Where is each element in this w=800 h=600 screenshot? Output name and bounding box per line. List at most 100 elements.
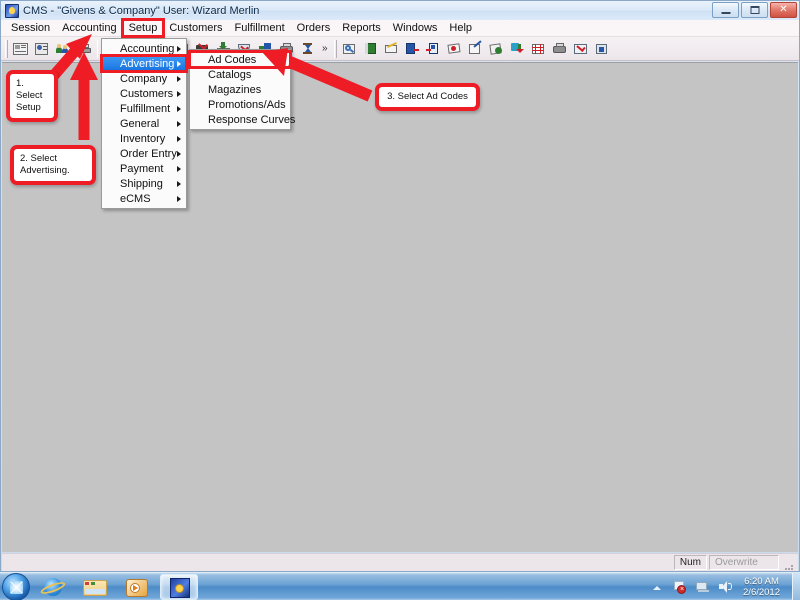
menu-item-ecms[interactable]: eCMS (102, 191, 186, 206)
newspaper-icon[interactable] (10, 39, 31, 59)
chevron-right-icon (177, 151, 181, 157)
note-edit-icon[interactable] (465, 39, 486, 59)
action-center-flag-icon[interactable]: × (672, 579, 687, 594)
chevron-right-icon (177, 46, 181, 52)
start-button[interactable] (2, 572, 30, 600)
hourglass-icon[interactable] (297, 39, 318, 59)
submenu-item-response-curves[interactable]: Response Curves (190, 112, 295, 127)
resize-grip[interactable] (782, 556, 796, 570)
chevron-right-icon (177, 166, 181, 172)
windows-logo-icon (10, 580, 23, 594)
note-gear-icon[interactable] (486, 39, 507, 59)
toolbar-grip[interactable] (5, 39, 8, 58)
setup-dropdown-menu: Accounting Advertising Company Customers… (100, 38, 188, 209)
menu-reports[interactable]: Reports (336, 20, 387, 36)
network-icon[interactable] (695, 579, 710, 594)
submenu-item-ad-codes[interactable]: Ad Codes (188, 50, 292, 69)
toolbar-overflow-chevron[interactable]: » (318, 39, 332, 59)
menu-item-company[interactable]: Company (102, 71, 186, 86)
menu-item-shipping[interactable]: Shipping (102, 176, 186, 191)
note-red-icon[interactable] (444, 39, 465, 59)
menu-customers[interactable]: Customers (163, 20, 228, 36)
menu-item-general[interactable]: General (102, 116, 186, 131)
door-out-icon[interactable] (402, 39, 423, 59)
menu-item-label: eCMS (120, 192, 151, 205)
submenu-item-label: Catalogs (208, 68, 252, 81)
close-button[interactable]: ✕ (770, 2, 797, 18)
taskbar-clock[interactable]: 6:20 AM 2/6/2012 (737, 576, 786, 598)
grid-icon[interactable] (528, 39, 549, 59)
search-doc-icon[interactable] (339, 39, 360, 59)
advertising-submenu: Ad Codes Catalogs Magazines Promotions/A… (188, 49, 295, 130)
menu-item-customers[interactable]: Customers (102, 86, 186, 101)
menu-setup[interactable]: Setup (120, 18, 166, 38)
clock-date: 2/6/2012 (743, 586, 780, 598)
book-icon[interactable] (360, 39, 381, 59)
door-in-icon[interactable] (423, 39, 444, 59)
submenu-item-catalogs[interactable]: Catalogs (190, 67, 290, 82)
close-icon: ✕ (779, 4, 788, 15)
chevron-right-icon (177, 106, 181, 112)
show-desktop-button[interactable] (792, 572, 800, 600)
menu-item-label: Customers (120, 87, 174, 100)
chevron-right-icon (177, 181, 181, 187)
taskbar-cms-app[interactable] (160, 573, 198, 600)
submenu-item-promotions-ads[interactable]: Promotions/Ads (190, 97, 290, 112)
taskbar: × 6:20 AM 2/6/2012 (0, 572, 800, 600)
arrow-down-green-icon[interactable] (507, 39, 528, 59)
menu-item-payment[interactable]: Payment (102, 161, 186, 176)
menu-item-advertising[interactable]: Advertising (100, 54, 188, 73)
menu-item-accounting[interactable]: Accounting (102, 41, 186, 56)
menu-item-label: Inventory (120, 132, 166, 145)
taskbar-file-explorer[interactable] (76, 574, 114, 600)
printer-small-icon[interactable] (549, 39, 570, 59)
window-title: CMS - "Givens & Company" User: Wizard Me… (23, 4, 260, 17)
maximize-button[interactable] (741, 2, 768, 18)
volume-icon[interactable] (718, 579, 733, 594)
status-overwrite: Overwrite (709, 555, 779, 570)
menu-help[interactable]: Help (443, 20, 478, 36)
taskbar-media-player[interactable] (118, 574, 156, 600)
toolbar-grip-2[interactable] (333, 39, 337, 58)
menu-orders[interactable]: Orders (291, 20, 337, 36)
menu-item-label: Payment (120, 162, 164, 175)
menu-fulfillment[interactable]: Fulfillment (229, 20, 291, 36)
status-bar: Num Overwrite (2, 553, 798, 571)
status-num-lock: Num (673, 555, 707, 570)
menu-item-inventory[interactable]: Inventory (102, 131, 186, 146)
menu-session[interactable]: Session (5, 20, 56, 36)
menu-item-label: General (120, 117, 160, 130)
printer-icon[interactable] (73, 39, 94, 59)
title-bar[interactable]: CMS - "Givens & Company" User: Wizard Me… (1, 1, 799, 20)
submenu-item-magazines[interactable]: Magazines (190, 82, 290, 97)
customer-card-icon[interactable] (31, 39, 52, 59)
system-tray: × 6:20 AM 2/6/2012 (645, 573, 790, 600)
window-controls: ✕ (712, 2, 797, 18)
chevron-right-icon (177, 91, 181, 97)
menu-item-label: Shipping (120, 177, 163, 190)
taskbar-internet-explorer[interactable] (34, 574, 72, 600)
chevron-right-icon (177, 196, 181, 202)
people-icon[interactable] (52, 39, 73, 59)
submenu-item-label: Magazines (208, 83, 262, 96)
chevron-right-icon (177, 76, 181, 82)
chevron-right-icon (177, 61, 181, 67)
menu-accounting[interactable]: Accounting (56, 20, 122, 36)
menu-windows[interactable]: Windows (387, 20, 444, 36)
menu-item-label: Company (120, 72, 168, 85)
checkmark-box-icon[interactable] (570, 39, 591, 59)
menu-item-order-entry[interactable]: Order Entry (102, 146, 186, 161)
menu-item-label: Advertising (120, 57, 175, 70)
lock-add-icon[interactable] (591, 39, 612, 59)
pencil-note-icon[interactable] (381, 39, 402, 59)
menu-bar: Session Accounting Setup Customers Fulfi… (1, 18, 799, 38)
screen: CMS - "Givens & Company" User: Wizard Me… (0, 0, 800, 600)
menu-item-label: Fulfillment (120, 102, 171, 115)
toolbar-separator (97, 39, 98, 58)
menu-item-fulfillment[interactable]: Fulfillment (102, 101, 186, 116)
submenu-item-label: Ad Codes (208, 53, 257, 66)
clock-time: 6:20 AM (744, 575, 779, 587)
show-hidden-icons-icon[interactable] (649, 579, 664, 594)
menu-item-label: Order Entry (120, 147, 177, 160)
minimize-button[interactable] (712, 2, 739, 18)
